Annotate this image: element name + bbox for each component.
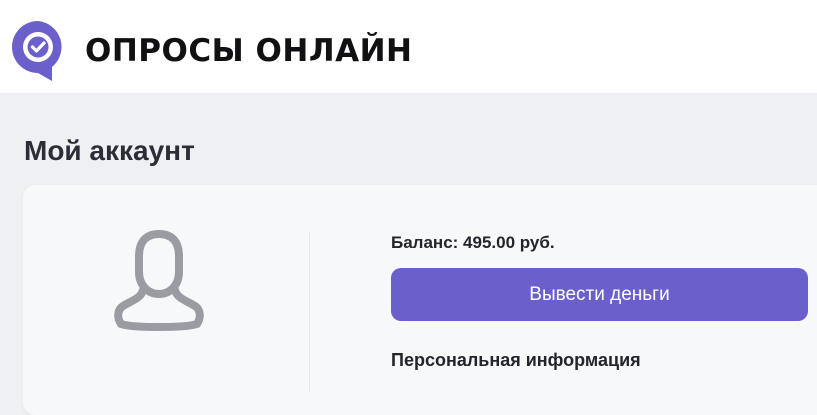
card-divider	[309, 232, 310, 392]
withdraw-money-button[interactable]: Вывести деньги	[391, 268, 808, 321]
personal-info-title: Персональная информация	[391, 350, 641, 370]
balance-text: Баланс: 495.00 руб.	[391, 233, 555, 252]
page-title: Мой аккаунт	[24, 135, 195, 166]
site-header: ОПРОСЫ ОНЛАЙН	[0, 0, 817, 93]
brand-name[interactable]: ОПРОСЫ ОНЛАЙН	[85, 32, 412, 70]
logo-icon[interactable]	[8, 17, 68, 83]
user-silhouette-icon	[114, 230, 204, 331]
